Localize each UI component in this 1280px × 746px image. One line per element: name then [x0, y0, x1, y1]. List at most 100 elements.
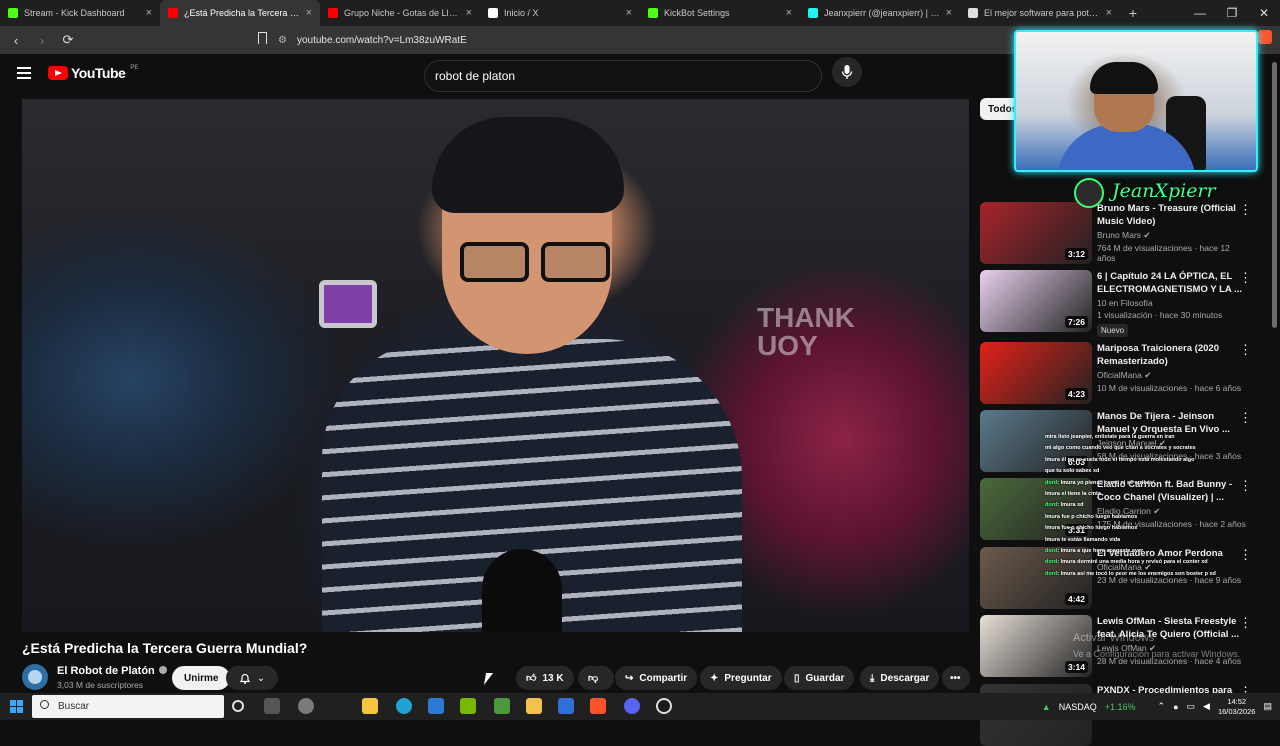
clock-date[interactable]: 16/03/2026 — [1218, 707, 1256, 717]
brave-shields-icon[interactable] — [1258, 30, 1272, 44]
nvidia-icon[interactable] — [460, 698, 476, 714]
tab-close-icon[interactable]: × — [786, 7, 792, 19]
ask-label: Preguntar — [724, 672, 772, 684]
browser-tab[interactable]: KickBot Settings × — [640, 0, 800, 26]
browser-tab[interactable]: ¿Está Predicha la Tercera Gue × — [160, 0, 320, 26]
network-icon[interactable]: ▭ — [1187, 701, 1196, 712]
minecraft-icon[interactable] — [494, 698, 510, 714]
video-title[interactable]: 6 | Capítulo 24 LA ÓPTICA, EL ELECTROMAG… — [1097, 270, 1247, 296]
channel-name[interactable]: El Robot de Platón — [57, 665, 167, 677]
search-icon — [40, 700, 49, 709]
tab-close-icon[interactable]: × — [146, 7, 152, 19]
video-channel[interactable]: Bruno Mars ✔ — [1097, 230, 1247, 241]
notifications-icon[interactable]: ▤ — [1263, 701, 1272, 712]
search-input[interactable] — [435, 69, 755, 83]
video-channel-text[interactable]: 10 en Filosofía — [1097, 298, 1153, 308]
volume-icon[interactable]: ◀ — [1203, 701, 1210, 712]
browser-tab[interactable]: Inicio / X × — [480, 0, 640, 26]
video-title[interactable]: Mariposa Traicionera (2020 Remasterizado… — [1097, 342, 1247, 368]
share-button[interactable]: ↪ Compartir — [615, 666, 698, 690]
tab-close-icon[interactable]: × — [946, 7, 952, 19]
brave-icon[interactable] — [590, 698, 606, 714]
tab-close-icon[interactable]: × — [1106, 7, 1112, 19]
windows-start-icon[interactable] — [10, 700, 23, 713]
chevron-up-icon[interactable]: ⌃ — [1158, 701, 1166, 712]
youtube-logo[interactable]: YouTube PE — [48, 65, 138, 81]
video-thumbnail[interactable]: 3:12 — [980, 202, 1092, 264]
discord-icon[interactable] — [624, 698, 640, 714]
taskbar-search[interactable]: Buscar — [32, 695, 224, 718]
tab-close-icon[interactable]: × — [626, 7, 632, 19]
video-player[interactable]: THANK YOU — [22, 99, 969, 632]
app-icon[interactable] — [558, 698, 574, 714]
chat-message: lmura el tiene la cinta — [1045, 489, 1280, 500]
channel-name-text[interactable]: El Robot de Platón — [57, 665, 155, 677]
more-options-icon[interactable]: ⋮ — [1239, 202, 1252, 218]
edge-icon[interactable] — [396, 698, 412, 714]
clock[interactable]: 14:52 16/03/2026 — [1218, 697, 1256, 717]
clock-time[interactable]: 14:52 — [1218, 697, 1256, 707]
chart-icon: ▲ — [1041, 701, 1051, 712]
close-window-icon[interactable]: ✕ — [1248, 6, 1280, 20]
browser-tab[interactable]: Stream - Kick Dashboard × — [0, 0, 160, 26]
recommended-video[interactable]: 7:26 6 | Capítulo 24 LA ÓPTICA, EL ELECTR… — [980, 270, 1270, 337]
performance-icon[interactable] — [298, 698, 314, 714]
mic-tray-icon[interactable]: ● — [1173, 702, 1178, 712]
video-thumbnail[interactable]: 7:26 — [980, 270, 1092, 332]
ask-button[interactable]: ✦ Preguntar — [700, 666, 782, 690]
tab-title: Inicio / X — [504, 8, 539, 18]
more-options-icon[interactable]: ⋮ — [1239, 410, 1252, 426]
dislike-button[interactable]: 👎︎ — [578, 666, 614, 690]
mail-icon[interactable] — [428, 698, 444, 714]
notifications-button[interactable]: ⌄ — [226, 666, 278, 690]
ticker-name[interactable]: NASDAQ — [1059, 702, 1097, 712]
browser-tab[interactable]: Grupo Niche - Gotas de Lluvia | Letra × — [320, 0, 480, 26]
minimize-icon[interactable]: — — [1184, 6, 1216, 20]
reload-icon[interactable]: ⟳ — [60, 32, 76, 48]
cortana-icon[interactable] — [232, 700, 244, 712]
address-bar[interactable]: ⚙ youtube.com/watch?v=Lm38zuWRatE — [278, 30, 467, 50]
video-channel-text[interactable]: Bruno Mars — [1097, 230, 1141, 240]
new-tab-button[interactable]: + — [1120, 5, 1146, 21]
scrollbar[interactable] — [1272, 62, 1277, 328]
like-button[interactable]: 👍︎ 13 K — [516, 666, 574, 690]
url-text[interactable]: youtube.com/watch?v=Lm38zuWRatE — [297, 35, 467, 46]
browser-tab[interactable]: Jeanxpierr (@jeanxpierr) | TikTok × — [800, 0, 960, 26]
channel-avatar[interactable] — [22, 664, 48, 690]
video-thumbnail[interactable]: 4:23 — [980, 342, 1092, 404]
download-icon: ⤓ — [870, 672, 875, 684]
tab-close-icon[interactable]: × — [466, 7, 472, 19]
forward-icon[interactable]: › — [34, 33, 50, 48]
recommended-video[interactable]: 4:23 Mariposa Traicionera (2020 Remasteri… — [980, 342, 1270, 404]
video-channel[interactable]: OficialMana ✔ — [1097, 370, 1247, 381]
download-button[interactable]: ⤓ Descargar — [860, 666, 940, 690]
back-icon[interactable]: ‹ — [8, 33, 24, 48]
taskbar-search-text[interactable]: Buscar — [58, 701, 89, 712]
task-view-icon[interactable] — [264, 698, 280, 714]
store-icon[interactable] — [362, 698, 378, 714]
video-channel[interactable]: 10 en Filosofía — [1097, 298, 1247, 308]
save-button[interactable]: ▯ Guardar — [784, 666, 855, 690]
more-actions-button[interactable]: ••• — [942, 666, 970, 690]
video-channel-text[interactable]: OficialMana — [1097, 370, 1142, 380]
video-title[interactable]: Bruno Mars - Treasure (Official Music Vi… — [1097, 202, 1247, 228]
tab-close-icon[interactable]: × — [306, 7, 312, 19]
browser-tab[interactable]: El mejor software para potenciar tu × — [960, 0, 1120, 26]
menu-icon[interactable] — [17, 67, 31, 79]
join-button[interactable]: Unirme — [172, 666, 231, 690]
ticker-change[interactable]: +1.16% — [1105, 702, 1136, 712]
file-explorer-icon[interactable] — [526, 698, 542, 714]
country-code: PE — [130, 65, 139, 71]
more-options-icon[interactable]: ⋮ — [1239, 270, 1252, 286]
youtube-wordmark: YouTube — [71, 65, 126, 81]
restore-icon[interactable]: ❐ — [1216, 6, 1248, 20]
voice-search-button[interactable] — [832, 57, 862, 87]
bookmark-icon[interactable] — [258, 32, 267, 44]
chat-user: dord — [1045, 559, 1058, 566]
obs-icon[interactable] — [656, 698, 672, 714]
more-options-icon[interactable]: ⋮ — [1239, 615, 1252, 631]
site-info-icon[interactable]: ⚙ — [278, 35, 287, 46]
recommended-video[interactable]: 3:12 Bruno Mars - Treasure (Official Musi… — [980, 202, 1270, 264]
more-options-icon[interactable]: ⋮ — [1239, 342, 1252, 358]
chat-user: dord — [1045, 502, 1058, 509]
